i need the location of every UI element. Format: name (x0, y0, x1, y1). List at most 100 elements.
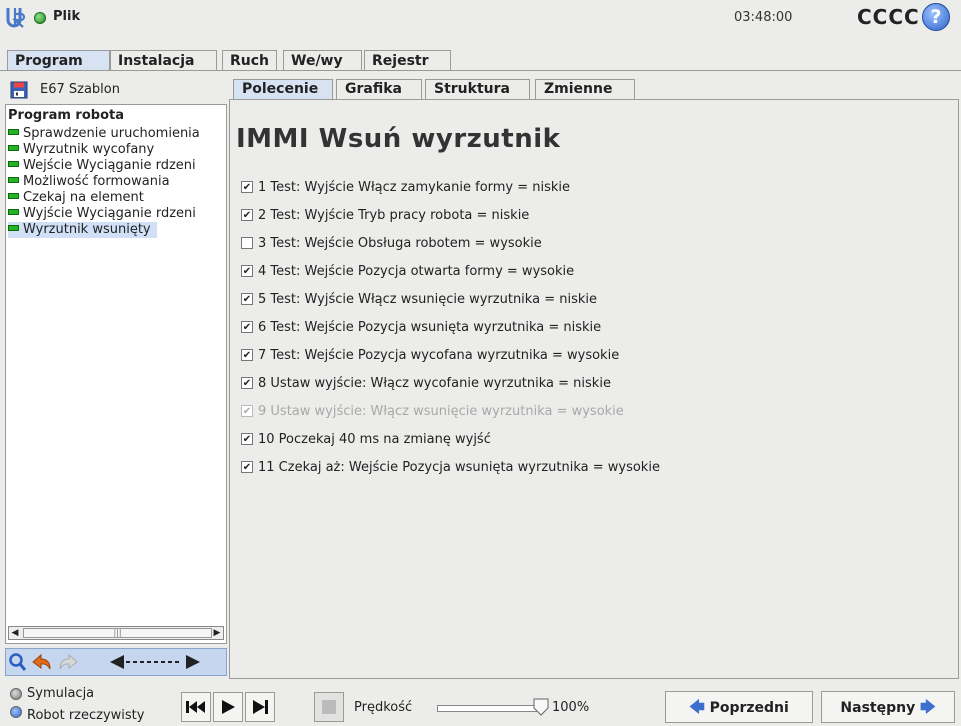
tree-root[interactable]: Program robota (8, 108, 124, 123)
step-button[interactable] (245, 692, 275, 722)
command-step[interactable]: ✔ 4 Test: Wejście Pozycja otwarta formy =… (241, 262, 574, 282)
tree-item-label: Wyjście Wyciąganie rdzeni (23, 206, 196, 221)
tree-item-label: Wejście Wyciąganie rdzeni (23, 158, 196, 173)
speed-label: Prędkość (354, 700, 413, 715)
stop-icon (322, 700, 336, 714)
next-label: Następny (840, 700, 916, 716)
tree-item-label: Wyrzutnik wsunięty (23, 222, 151, 237)
robot-status-icon (34, 12, 46, 24)
command-step[interactable]: ✔ 11 Czekaj aż: Wejście Pozycja wsunięta … (241, 458, 660, 478)
tab-instalacja[interactable]: Instalacja (110, 50, 217, 70)
speed-slider[interactable] (437, 705, 543, 712)
command-step[interactable]: ✔ 2 Test: Wyjście Tryb pracy robota = nis… (241, 206, 529, 226)
step-label: 6 Test: Wejście Pozycja wsunięta wyrzutn… (258, 320, 602, 335)
step-label: 9 Ustaw wyjście: Włącz wsunięcie wyrzutn… (258, 404, 624, 419)
rewind-icon (186, 701, 205, 713)
search-icon[interactable] (8, 651, 28, 673)
command-step[interactable]: ✔ 8 Ustaw wyjście: Włącz wycofanie wyrzut… (241, 374, 611, 394)
play-button[interactable] (213, 692, 243, 722)
robot-name: CCCC (857, 5, 920, 29)
tree-item[interactable]: Wyrzutnik wycofany (8, 142, 160, 158)
command-step[interactable]: 3 Test: Wejście Obsługa robotem = wysoki… (241, 234, 542, 254)
real-robot-radio[interactable] (10, 706, 22, 718)
node-icon (8, 145, 19, 151)
tab-rejestr[interactable]: Rejestr (364, 50, 451, 70)
ur-logo-icon (6, 8, 26, 28)
step-label: 8 Ustaw wyjście: Włącz wycofanie wyrzutn… (258, 376, 611, 391)
scroll-thumb[interactable]: ||| (23, 628, 212, 638)
command-step[interactable]: ✔ 7 Test: Wejście Pozycja wycofana wyrzut… (241, 346, 619, 366)
step-checkbox[interactable]: ✔ (241, 432, 253, 445)
step-checkbox[interactable]: ✔ (241, 404, 253, 417)
real-robot-label: Robot rzeczywisty (27, 708, 145, 723)
scroll-left-icon[interactable]: ◀ (9, 627, 21, 639)
command-step[interactable]: ✔ 1 Test: Wyjście Włącz zamykanie formy =… (241, 178, 570, 198)
tree-item-label: Możliwość formowania (23, 174, 170, 189)
tab-ruch[interactable]: Ruch (222, 50, 277, 70)
tree-item[interactable]: Możliwość formowania (8, 174, 176, 190)
step-checkbox[interactable]: ✔ (241, 180, 253, 193)
tree-item[interactable]: Wejście Wyciąganie rdzeni (8, 158, 202, 174)
command-step[interactable]: ✔ 5 Test: Wyjście Włącz wsunięcie wyrzutn… (241, 290, 597, 310)
move-arrows-icon[interactable] (106, 651, 206, 673)
step-icon (253, 700, 268, 714)
previous-button[interactable]: 🡄 Poprzedni (665, 691, 813, 723)
tab-struktura[interactable]: Struktura (425, 79, 530, 99)
simulation-label: Symulacja (27, 686, 95, 701)
tree-item[interactable]: Wyjście Wyciąganie rdzeni (8, 206, 202, 222)
node-icon (8, 129, 19, 135)
tab-zmienne[interactable]: Zmienne (535, 79, 635, 99)
arrow-left-icon: 🡄 (689, 698, 705, 716)
tab-grafika[interactable]: Grafika (336, 79, 422, 99)
stop-button[interactable] (314, 692, 344, 722)
tree-toolbar (5, 648, 227, 676)
program-file-name: E67 Szablon (40, 82, 120, 97)
command-step[interactable]: ✔ 10 Poczekaj 40 ms na zmianę wyjść (241, 430, 491, 450)
clock: 03:48:00 (734, 10, 793, 25)
redo-icon[interactable] (56, 651, 80, 673)
simulation-radio[interactable] (10, 688, 22, 700)
tree-item[interactable]: Sprawdzenie uruchomienia (8, 126, 206, 142)
help-icon[interactable]: ? (922, 3, 950, 31)
top-bar (0, 0, 961, 34)
undo-icon[interactable] (30, 651, 54, 673)
tree-item-selected[interactable]: Wyrzutnik wsunięty (8, 222, 157, 238)
node-icon (8, 209, 19, 215)
step-label: 4 Test: Wejście Pozycja otwarta formy = … (258, 264, 575, 279)
save-floppy-icon[interactable] (10, 81, 28, 99)
command-step[interactable]: ✔ 9 Ustaw wyjście: Włącz wsunięcie wyrzut… (241, 402, 624, 422)
scroll-right-icon[interactable]: ▶ (211, 627, 223, 639)
speed-slider-handle[interactable] (532, 697, 550, 717)
step-checkbox[interactable]: ✔ (241, 264, 253, 277)
step-checkbox[interactable]: ✔ (241, 320, 253, 333)
next-button[interactable]: Następny 🡆 (821, 691, 955, 723)
step-checkbox[interactable]: ✔ (241, 460, 253, 473)
step-checkbox[interactable]: ✔ (241, 376, 253, 389)
step-label: 5 Test: Wyjście Włącz wsunięcie wyrzutni… (258, 292, 597, 307)
tree-item[interactable]: Czekaj na element (8, 190, 150, 206)
command-step[interactable]: ✔ 6 Test: Wejście Pozycja wsunięta wyrzut… (241, 318, 601, 338)
step-label: 11 Czekaj aż: Wejście Pozycja wsunięta w… (258, 460, 660, 475)
step-label: 3 Test: Wejście Obsługa robotem = wysoki… (258, 236, 542, 251)
tab-program[interactable]: Program (7, 50, 110, 70)
node-icon (8, 177, 19, 183)
tab-polecenie[interactable]: Polecenie (233, 79, 333, 99)
step-checkbox[interactable] (241, 236, 253, 249)
play-icon (222, 700, 235, 714)
file-menu[interactable]: Plik (53, 9, 80, 24)
step-label: 2 Test: Wyjście Tryb pracy robota = nisk… (258, 208, 530, 223)
tab-divider (0, 70, 961, 71)
arrow-right-icon: 🡆 (920, 698, 936, 716)
step-label: 7 Test: Wejście Pozycja wycofana wyrzutn… (258, 348, 620, 363)
speed-value: 100% (552, 700, 590, 715)
step-checkbox[interactable]: ✔ (241, 208, 253, 221)
previous-label: Poprzedni (709, 700, 789, 716)
program-tree[interactable]: Program robota Sprawdzenie uruchomienia … (5, 104, 227, 644)
step-label: 10 Poczekaj 40 ms na zmianę wyjść (258, 432, 491, 447)
step-checkbox[interactable]: ✔ (241, 292, 253, 305)
tree-horizontal-scrollbar[interactable]: ◀ ||| ▶ (8, 626, 224, 640)
rewind-button[interactable] (181, 692, 211, 722)
tab-we-wy[interactable]: We/wy (283, 50, 362, 70)
step-checkbox[interactable]: ✔ (241, 348, 253, 361)
node-icon (8, 225, 19, 231)
